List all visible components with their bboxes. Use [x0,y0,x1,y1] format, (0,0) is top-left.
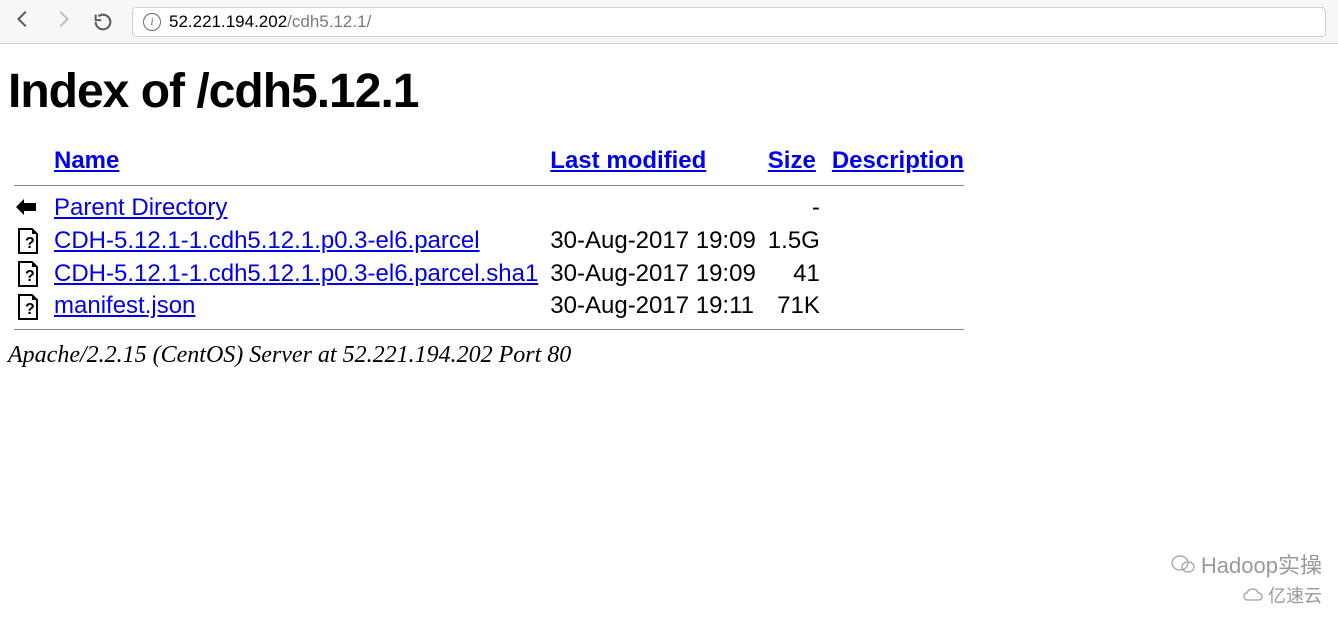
browser-toolbar: i 52.221.194.202/cdh5.12.1/ [0,0,1338,44]
row-description [826,257,970,290]
back-button[interactable] [12,8,34,35]
column-description: Description [826,143,970,179]
table-row: ? CDH-5.12.1-1.cdh5.12.1.p0.3-el6.parcel… [8,225,970,258]
url-path: /cdh5.12.1/ [287,12,371,31]
site-info-icon[interactable]: i [143,13,161,31]
file-link[interactable]: manifest.json [54,292,195,319]
file-link[interactable]: CDH-5.12.1-1.cdh5.12.1.p0.3-el6.parcel.s… [54,260,538,287]
watermark: Hadoop实操 亿速云 [1171,548,1322,608]
row-description [826,290,970,323]
unknown-file-icon: ? [14,260,42,288]
address-bar[interactable]: i 52.221.194.202/cdh5.12.1/ [132,7,1326,37]
column-name: Name [48,143,544,179]
sort-by-description-link[interactable]: Description [832,147,964,174]
row-description [826,225,970,258]
svg-text:?: ? [25,235,35,252]
table-row: ? CDH-5.12.1-1.cdh5.12.1.p0.3-el6.parcel… [8,257,970,290]
forward-button[interactable] [52,8,74,35]
row-last-modified: 30-Aug-2017 19:11 [544,290,762,323]
row-last-modified: 30-Aug-2017 19:09 [544,225,762,258]
file-link[interactable]: CDH-5.12.1-1.cdh5.12.1.p0.3-el6.parcel [54,227,480,254]
cloud-icon [1242,587,1264,603]
watermark-bottom-text: 亿速云 [1268,582,1322,608]
header-divider [14,185,964,186]
row-last-modified [544,192,762,225]
sort-by-size-link[interactable]: Size [768,147,816,174]
parent-directory-link[interactable]: Parent Directory [54,194,227,221]
column-size: Size [762,143,826,179]
watermark-top-text: Hadoop实操 [1201,548,1322,580]
page-title: Index of /cdh5.12.1 [8,64,1330,119]
footer-divider [14,329,964,330]
server-signature: Apache/2.2.15 (CentOS) Server at 52.221.… [8,342,1330,369]
sort-by-name-link[interactable]: Name [54,147,119,174]
row-size: 71K [762,290,826,323]
url-host: 52.221.194.202 [169,12,287,31]
unknown-file-icon: ? [14,293,42,321]
page-content: Index of /cdh5.12.1 Name Last modified S… [0,44,1338,381]
svg-text:?: ? [25,268,35,285]
table-row: ? manifest.json 30-Aug-2017 19:11 71K [8,290,970,323]
directory-listing-table: Name Last modified Size Description Pare… [8,143,970,336]
unknown-file-icon: ? [14,227,42,255]
table-header-row: Name Last modified Size Description [8,143,970,179]
sort-by-modified-link[interactable]: Last modified [550,147,706,174]
row-last-modified: 30-Aug-2017 19:09 [544,257,762,290]
row-size: 1.5G [762,225,826,258]
svg-text:?: ? [25,301,35,318]
reload-button[interactable] [92,11,114,33]
table-row: Parent Directory - [8,192,970,225]
row-size: 41 [762,257,826,290]
column-last-modified: Last modified [544,143,762,179]
row-description [826,192,970,225]
wechat-icon [1171,553,1197,575]
parent-dir-icon [14,195,42,223]
row-size: - [762,192,826,225]
